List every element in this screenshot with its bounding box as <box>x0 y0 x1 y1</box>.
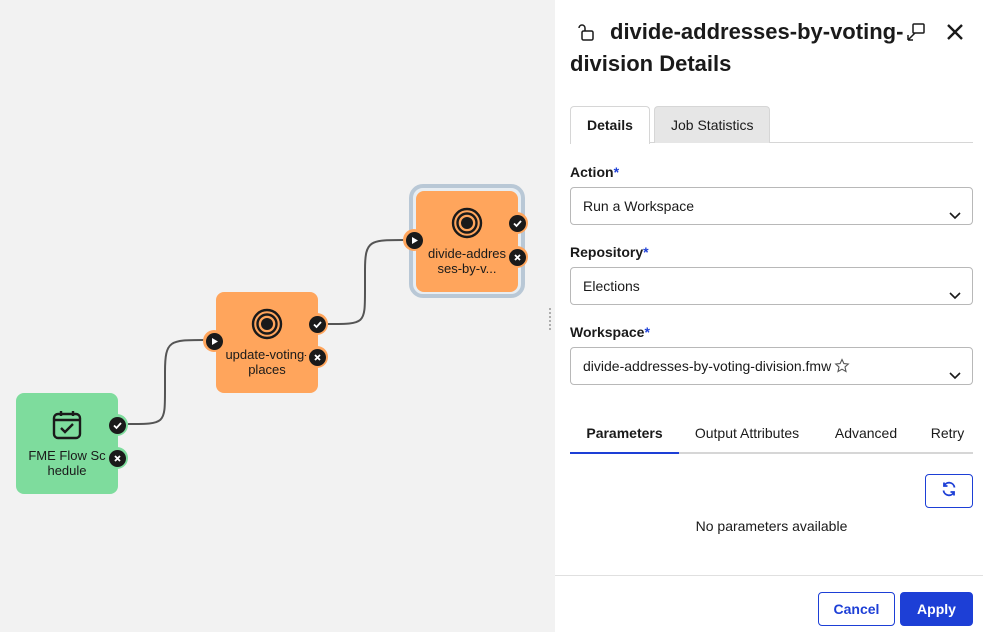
target-icon <box>451 207 483 242</box>
action-select[interactable]: Run a Workspace <box>570 187 973 225</box>
tab-advanced[interactable]: Advanced <box>826 418 906 454</box>
success-port-icon[interactable] <box>106 414 128 436</box>
title-text: divide-addresses-by-voting-division Deta… <box>570 19 904 76</box>
connection-update-to-divide <box>327 239 405 325</box>
repository-select[interactable]: Elections <box>570 267 973 305</box>
success-port-icon[interactable] <box>506 212 528 234</box>
tab-output-attributes[interactable]: Output Attributes <box>684 418 810 454</box>
failure-port-icon[interactable] <box>306 346 328 368</box>
chevron-down-icon <box>948 279 962 300</box>
node-label: FME Flow Schedule <box>28 448 106 478</box>
cancel-button[interactable]: Cancel <box>818 592 895 626</box>
workspace-value: divide-addresses-by-voting-division.fmw <box>583 358 832 374</box>
parameter-tabs: Parameters Output Attributes Advanced Re… <box>570 418 973 454</box>
repository-value: Elections <box>583 278 640 294</box>
details-panel: divide-addresses-by-voting-division Deta… <box>555 0 983 632</box>
unlock-icon <box>578 18 596 41</box>
target-icon <box>251 308 283 343</box>
node-label: update-voting-places <box>225 347 309 377</box>
node-divide-addresses[interactable]: divide-addresses-by-v... <box>416 191 518 292</box>
input-port-icon[interactable] <box>203 330 225 352</box>
refresh-button[interactable] <box>925 474 973 508</box>
refresh-icon <box>941 481 957 502</box>
panel-footer: Cancel Apply <box>555 575 983 632</box>
action-label: Action* <box>570 164 620 180</box>
undock-icon[interactable] <box>904 20 928 44</box>
chevron-down-icon <box>948 359 962 380</box>
success-port-icon[interactable] <box>306 313 328 335</box>
panel-resize-handle[interactable] <box>547 306 553 336</box>
apply-button[interactable]: Apply <box>900 592 973 626</box>
node-fme-flow-schedule[interactable]: FME Flow Schedule <box>16 393 118 494</box>
empty-parameters-message: No parameters available <box>695 518 848 534</box>
workspace-select[interactable]: divide-addresses-by-voting-division.fmw <box>570 347 973 385</box>
connection-schedule-to-update <box>127 339 205 425</box>
workflow-canvas[interactable]: FME Flow Schedule update-voting-places d… <box>0 0 555 632</box>
calendar-check-icon <box>51 409 83 444</box>
tab-details[interactable]: Details <box>570 106 650 144</box>
repository-label: Repository* <box>570 244 649 260</box>
input-port-icon[interactable] <box>403 229 425 251</box>
action-value: Run a Workspace <box>583 198 695 214</box>
tab-job-statistics[interactable]: Job Statistics <box>654 106 771 143</box>
tab-parameters[interactable]: Parameters <box>570 418 679 454</box>
workspace-label: Workspace* <box>570 324 650 340</box>
node-label: divide-addresses-by-v... <box>427 246 507 276</box>
star-icon[interactable] <box>834 351 850 373</box>
node-update-voting-places[interactable]: update-voting-places <box>216 292 318 393</box>
close-icon[interactable] <box>943 20 967 44</box>
failure-port-icon[interactable] <box>506 246 528 268</box>
chevron-down-icon <box>948 199 962 220</box>
panel-tabs: Details Job Statistics <box>570 106 973 144</box>
failure-port-icon[interactable] <box>106 447 128 469</box>
tab-retry[interactable]: Retry <box>922 418 973 454</box>
